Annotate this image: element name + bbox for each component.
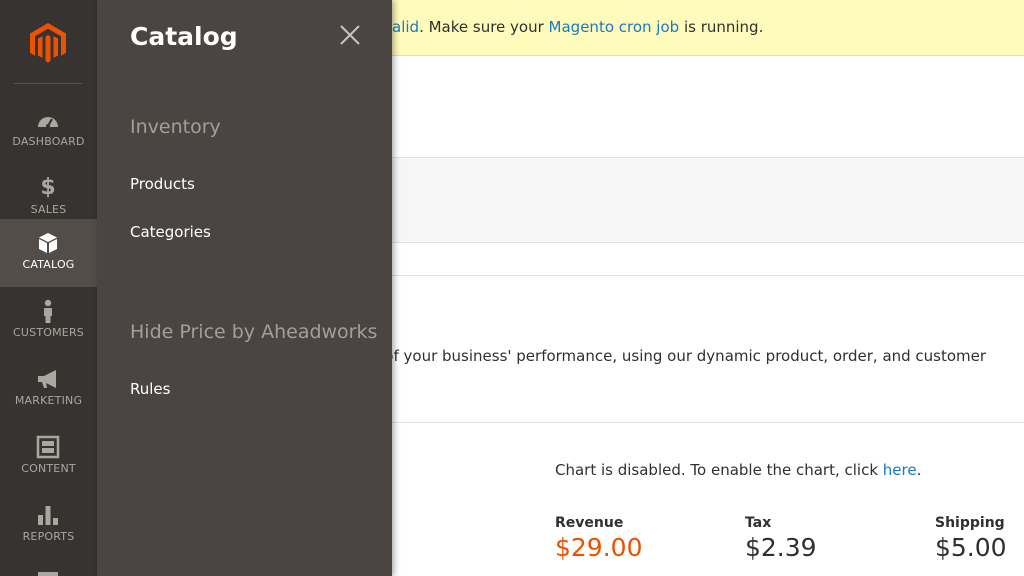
nav-item-label: CUSTOMERS — [13, 326, 84, 339]
nav-item-label: DASHBOARD — [12, 135, 85, 148]
nav-item-content[interactable]: CONTENT — [0, 423, 97, 491]
layout-icon — [36, 435, 60, 459]
stat-shipping: Shipping $5.00 — [935, 515, 1007, 562]
person-icon — [44, 299, 52, 323]
megaphone-icon — [38, 370, 56, 388]
nav-item-reports[interactable]: REPORTS — [0, 491, 97, 559]
nav-item-catalog[interactable]: CATALOG — [0, 219, 97, 287]
nav-divider — [14, 83, 82, 84]
stat-revenue: Revenue $29.00 — [555, 515, 642, 562]
notice-text-end: is running. — [679, 18, 764, 36]
magento-logo-icon[interactable] — [28, 22, 68, 64]
nav-item-label: CONTENT — [21, 462, 76, 475]
nav-item-partial[interactable] — [38, 572, 58, 576]
stat-label: Shipping — [935, 515, 1005, 531]
stat-label: Tax — [745, 515, 772, 531]
stat-tax: Tax $2.39 — [745, 515, 817, 562]
bar-chart-icon — [38, 506, 58, 525]
admin-sidebar: DASHBOARD $ SALES CATALOG CUSTOMERS MARK… — [0, 0, 97, 576]
divider — [392, 275, 1024, 276]
chart-disabled-note: Chart is disabled. To enable the chart, … — [555, 461, 921, 479]
stat-value: $2.39 — [745, 533, 817, 562]
bi-text-line-2: ta. — [370, 369, 1010, 395]
menu-link-categories[interactable]: Categories — [130, 223, 211, 241]
nav-item-label: MARKETING — [14, 394, 83, 407]
nav-item-label: CATALOG — [22, 258, 75, 271]
business-intelligence-text: d of your business' performance, using o… — [370, 343, 1010, 395]
enable-chart-link[interactable]: here — [883, 461, 917, 479]
content-band — [392, 157, 1024, 243]
nav-item-customers[interactable]: CUSTOMERS — [0, 287, 97, 355]
nav-item-dashboard[interactable]: DASHBOARD — [0, 96, 97, 164]
cron-job-link[interactable]: Magento cron job — [549, 18, 680, 36]
system-notice: alid. Make sure your Magento cron job is… — [392, 0, 1024, 56]
chart-note-text: Chart is disabled. To enable the chart, … — [555, 461, 883, 479]
stat-value: $29.00 — [555, 533, 643, 562]
menu-link-rules[interactable]: Rules — [130, 380, 170, 398]
nav-item-label: SALES — [30, 203, 67, 216]
close-icon[interactable] — [337, 22, 363, 48]
catalog-flyout-menu: Catalog Inventory Products Categories Hi… — [97, 0, 392, 576]
dashboard-icon — [38, 117, 58, 128]
menu-link-products[interactable]: Products — [130, 175, 195, 193]
notice-link-fragment[interactable]: alid — [392, 18, 419, 36]
divider — [392, 422, 1024, 423]
chart-note-end: . — [916, 461, 922, 479]
stat-value: $5.00 — [935, 533, 1007, 562]
stat-label: Revenue — [555, 515, 624, 531]
nav-item-label: REPORTS — [22, 530, 75, 543]
flyout-title: Catalog — [130, 22, 238, 51]
bi-text-line-1: d of your business' performance, using o… — [370, 347, 987, 365]
group-title-inventory: Inventory — [130, 116, 221, 138]
nav-item-marketing[interactable]: MARKETING — [0, 355, 97, 423]
notice-text: . Make sure your — [419, 18, 549, 36]
group-title-hide-price: Hide Price by Aheadworks — [130, 321, 378, 343]
box-icon — [39, 233, 57, 253]
dollar-icon: $ — [40, 175, 56, 200]
